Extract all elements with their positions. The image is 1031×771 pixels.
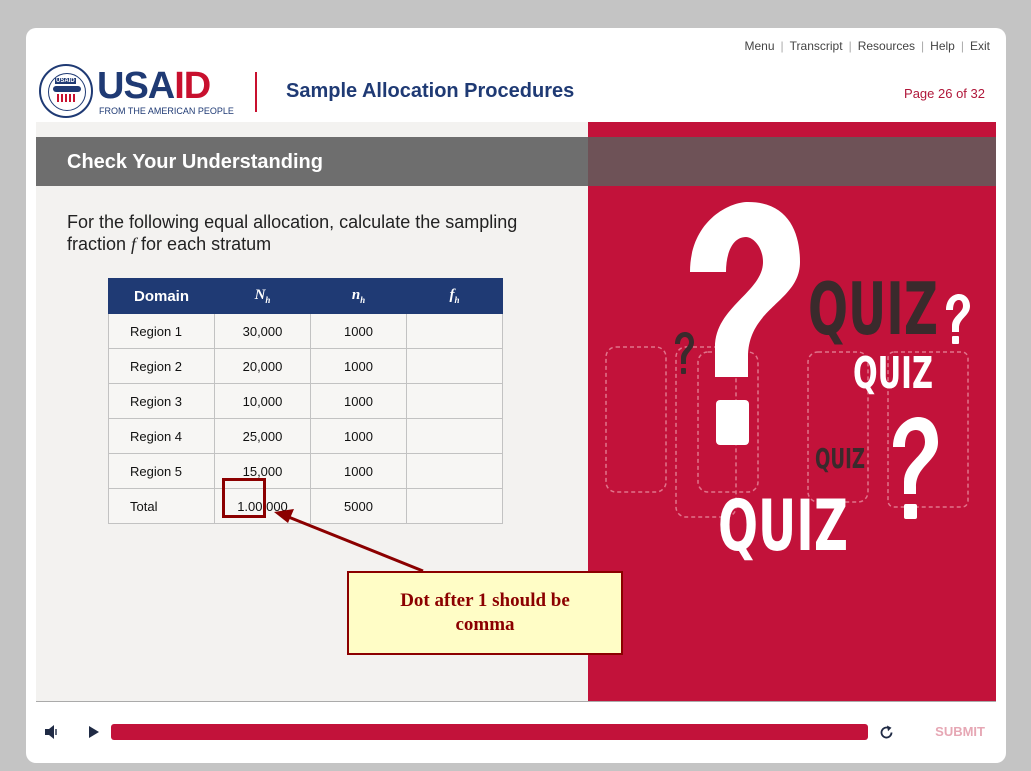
progress-bar[interactable]: [111, 724, 868, 740]
nav-help[interactable]: Help: [930, 39, 955, 53]
player-controls: SUBMIT: [26, 712, 1006, 754]
quiz-word-white-right: QUIZ: [853, 348, 933, 399]
quiz-word-large-dark: QUIZ: [808, 267, 938, 351]
nav-transcript[interactable]: Transcript: [790, 39, 843, 53]
slide-content: QUIZ QUIZ QUIZ QUIZ Check Your Understan…: [36, 122, 996, 701]
nav-separator: |: [960, 39, 964, 53]
course-title: Sample Allocation Procedures: [286, 80, 575, 102]
page-counter: Page 26 of 32: [904, 86, 985, 101]
nav-separator: |: [848, 39, 852, 53]
quiz-word-small-dark: QUIZ: [815, 442, 865, 475]
usaid-logo: USAID USAID FROM THE AMERICAN PEOPLE: [39, 64, 234, 120]
replay-icon[interactable]: [878, 724, 895, 741]
section-header-bar-overlay: [588, 137, 996, 186]
nav-separator: |: [780, 39, 784, 53]
quiz-graphic: QUIZ QUIZ QUIZ QUIZ: [605, 202, 970, 567]
player-frame: Menu | Transcript | Resources | Help | E…: [26, 28, 1006, 763]
nav-exit[interactable]: Exit: [970, 39, 990, 53]
nav-resources[interactable]: Resources: [858, 39, 915, 53]
quiz-graphic-panel: QUIZ QUIZ QUIZ QUIZ: [588, 122, 996, 701]
submit-button[interactable]: SUBMIT: [935, 724, 985, 739]
nav-separator: |: [921, 39, 925, 53]
nav-menu[interactable]: Menu: [745, 39, 775, 53]
footer-divider: [36, 701, 996, 702]
logo-wordmark: USAID: [97, 65, 211, 107]
header-divider: [255, 72, 257, 112]
volume-icon[interactable]: [44, 724, 60, 740]
top-nav: Menu | Transcript | Resources | Help | E…: [745, 39, 991, 53]
annotation-callout: Dot after 1 should be comma: [347, 571, 623, 655]
quiz-word-large-white: QUIZ: [718, 485, 848, 567]
logo-tagline: FROM THE AMERICAN PEOPLE: [99, 106, 234, 116]
usaid-seal-icon: USAID: [39, 64, 93, 118]
play-icon[interactable]: [87, 724, 101, 740]
